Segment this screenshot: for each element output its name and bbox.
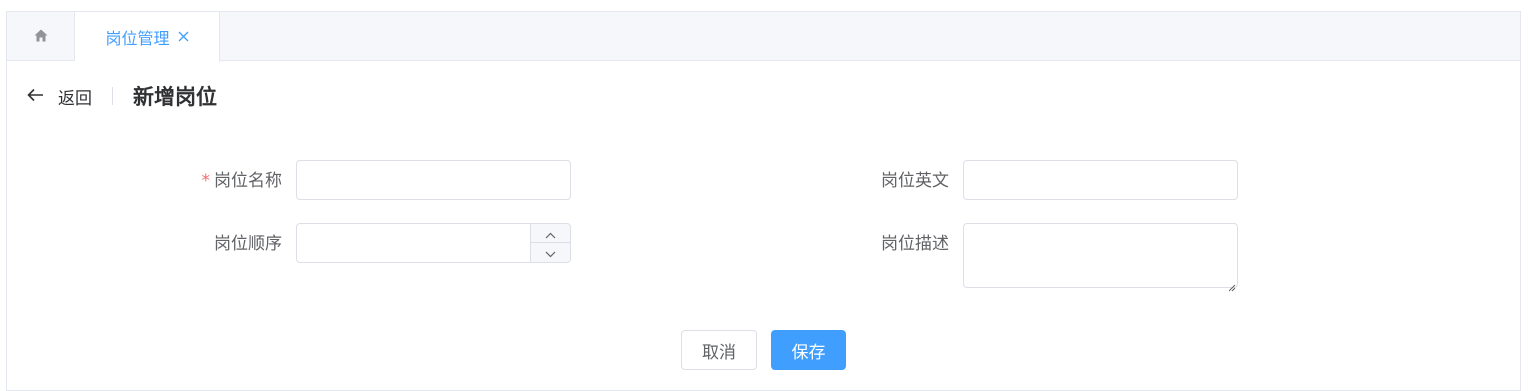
close-icon[interactable] <box>178 30 189 45</box>
page-container: 岗位管理 返回 新增岗位 * 岗位名称 岗位英文 岗位顺序 岗位描述 取消 保存 <box>6 11 1521 391</box>
position-order-stepper <box>296 223 571 263</box>
chevron-up-icon <box>545 224 556 243</box>
position-name-input[interactable] <box>296 160 571 200</box>
back-label: 返回 <box>58 88 92 109</box>
tab-home[interactable] <box>7 12 75 61</box>
page-header: 返回 新增岗位 <box>27 82 217 110</box>
increment-button[interactable] <box>531 224 570 243</box>
tab-label: 岗位管理 <box>105 29 170 48</box>
stepper-buttons <box>530 224 570 262</box>
position-order-input[interactable] <box>297 224 530 262</box>
save-button[interactable]: 保存 <box>771 330 846 370</box>
position-english-input[interactable] <box>963 160 1238 200</box>
header-divider <box>112 87 113 105</box>
cancel-button[interactable]: 取消 <box>681 330 757 370</box>
back-button[interactable]: 返回 <box>27 84 92 109</box>
required-mark: * <box>201 171 211 191</box>
position-name-label: * 岗位名称 <box>82 171 283 191</box>
tab-position-management[interactable]: 岗位管理 <box>75 12 220 62</box>
tab-bar: 岗位管理 <box>7 12 1520 62</box>
position-description-label: 岗位描述 <box>881 234 949 254</box>
arrow-left-icon <box>27 87 44 106</box>
position-name-label-text: 岗位名称 <box>214 171 282 191</box>
home-icon <box>34 27 48 46</box>
resize-grip-icon[interactable] <box>1227 277 1518 388</box>
position-description-textarea[interactable] <box>963 223 1238 288</box>
decrement-button[interactable] <box>531 243 570 262</box>
page-title: 新增岗位 <box>133 85 217 109</box>
position-order-label: 岗位顺序 <box>214 234 282 254</box>
position-english-label: 岗位英文 <box>881 171 949 191</box>
chevron-down-icon <box>545 243 556 262</box>
